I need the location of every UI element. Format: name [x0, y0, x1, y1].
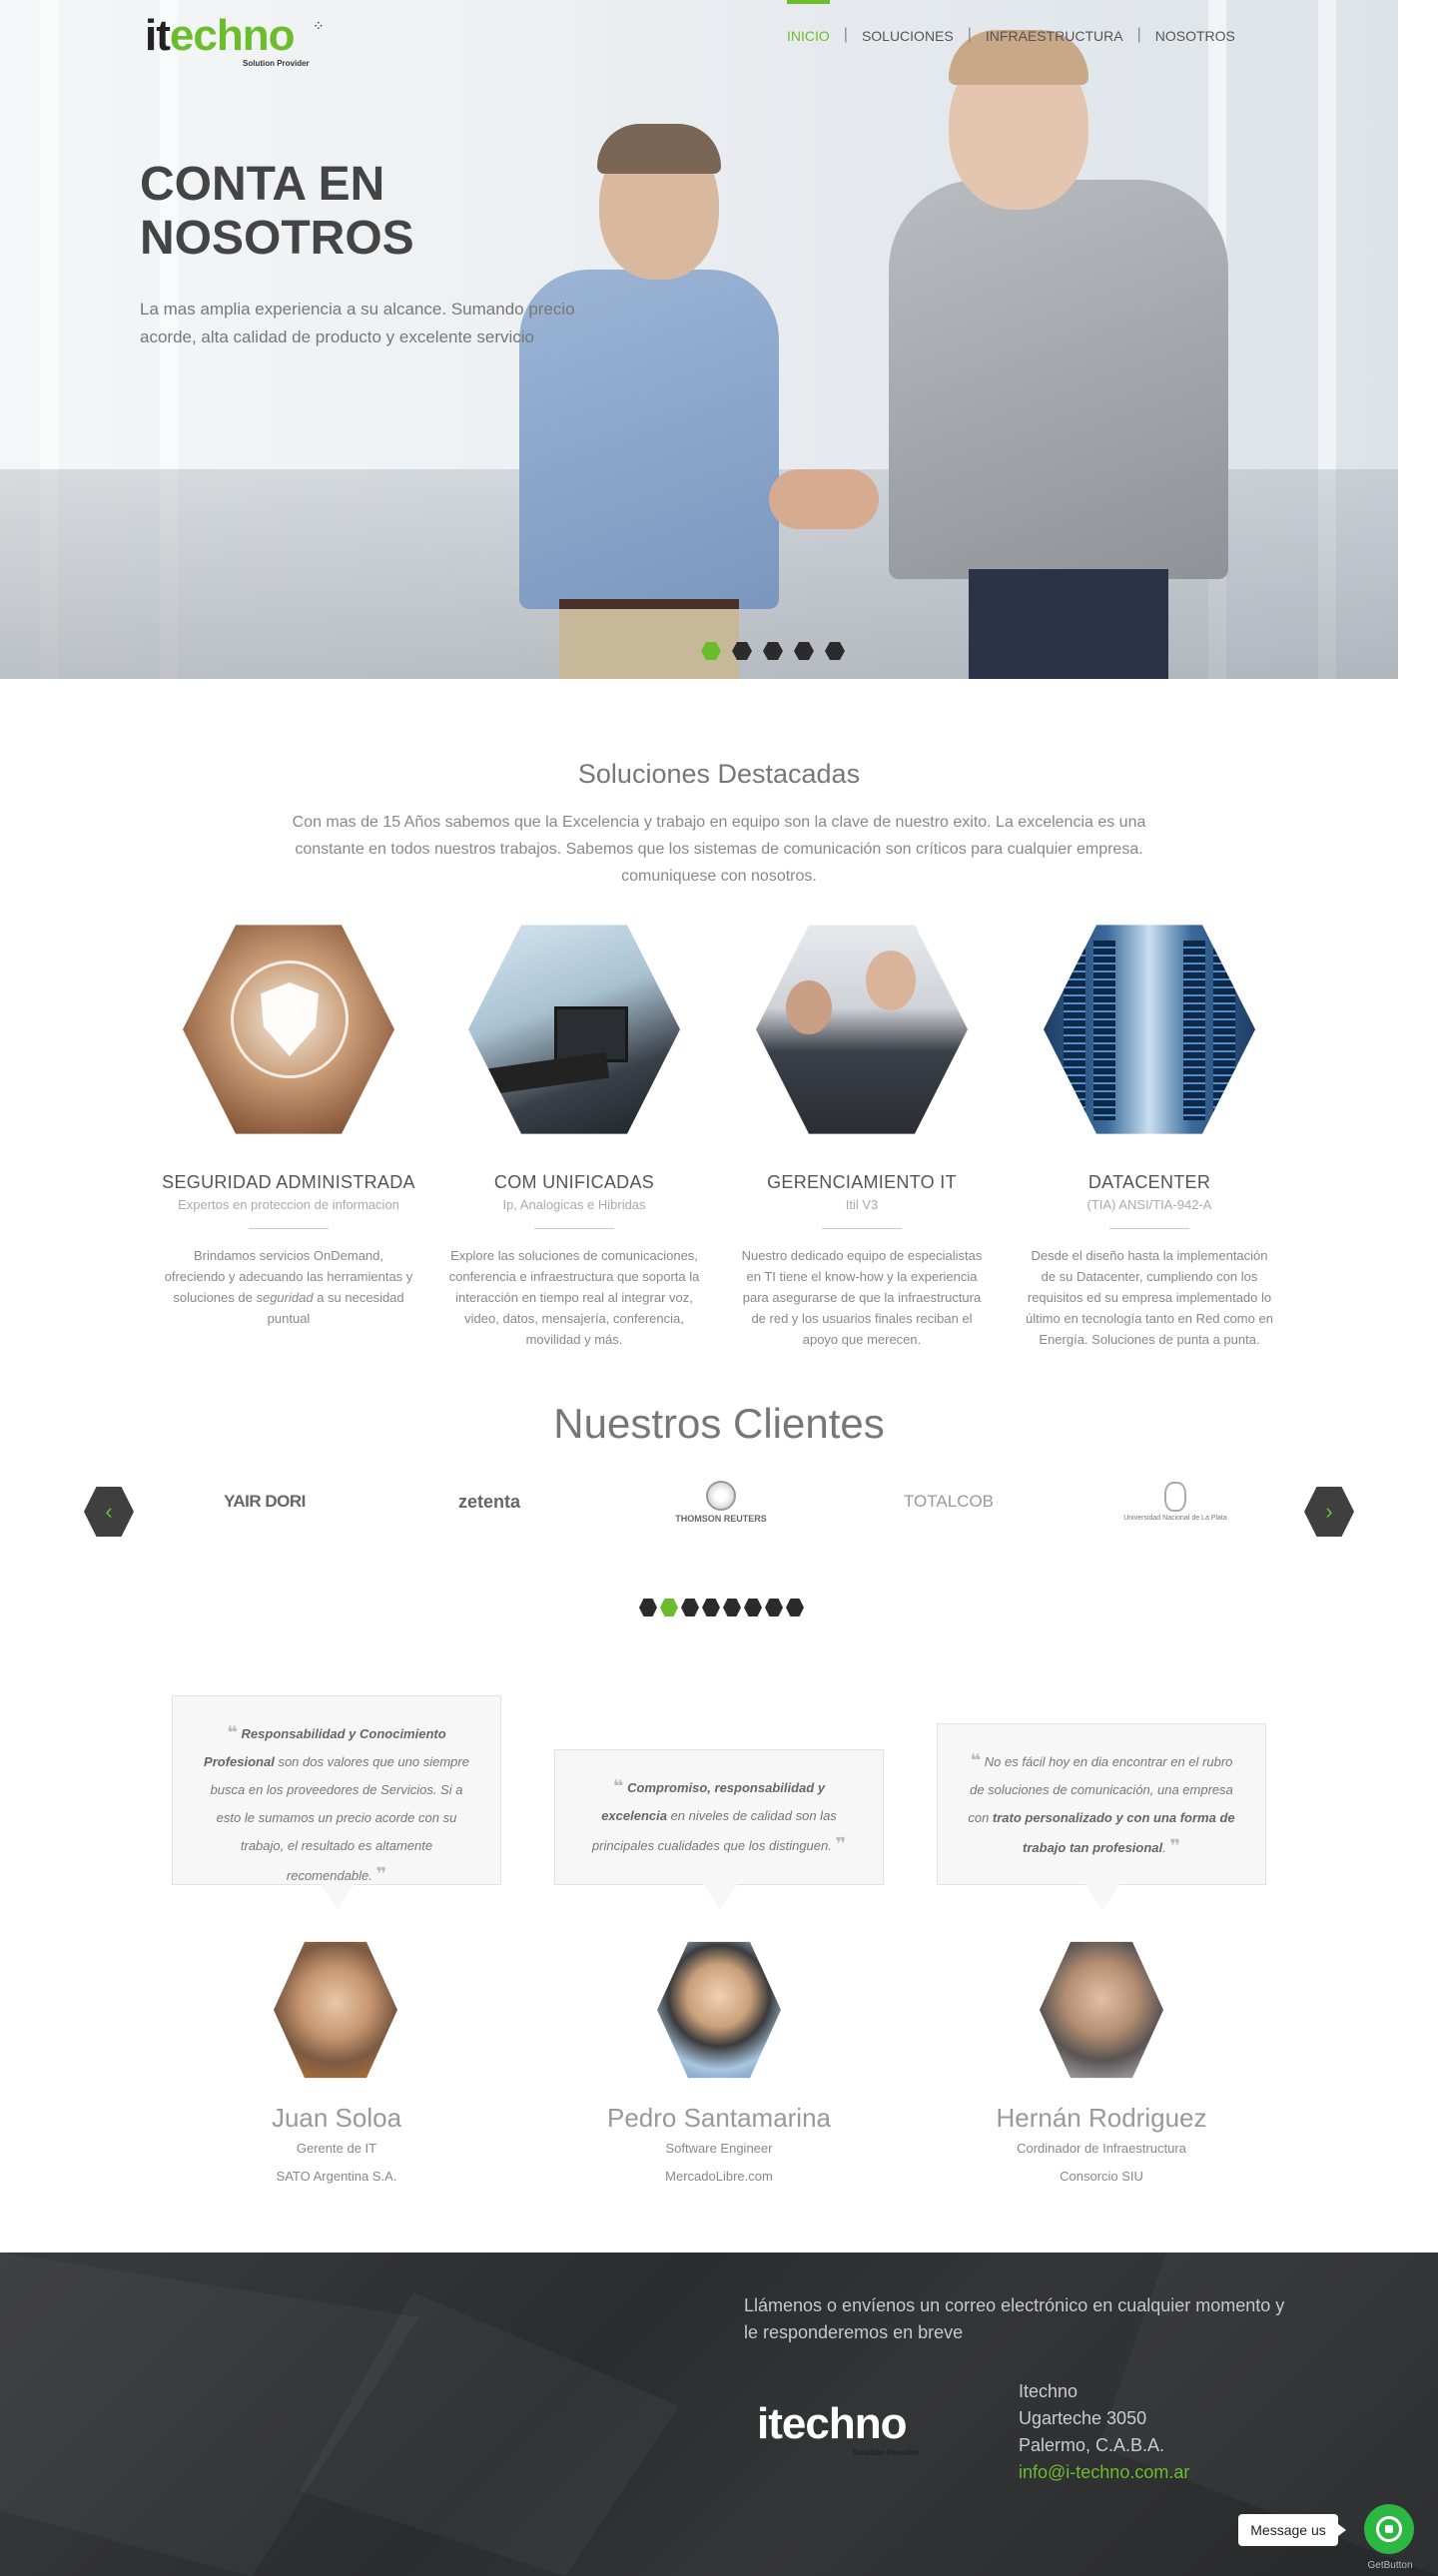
clients-title: Nuestros Clientes [553, 1400, 885, 1447]
nav-inicio[interactable]: INICIO [787, 0, 830, 70]
card-subtitle: (TIA) ANSI/TIA-942-A [1086, 1197, 1212, 1212]
seal-icon [1164, 1482, 1186, 1512]
avatar-hernan-rodriguez [1040, 1941, 1163, 2079]
solution-card-it: GERENCIAMIENTO IT Itil V3 Nuestro dedica… [727, 921, 997, 1350]
divider [534, 1228, 614, 1229]
shield-image[interactable] [183, 925, 394, 1134]
carousel-dot-4[interactable] [702, 1599, 720, 1616]
carousel-dot-8[interactable] [786, 1599, 804, 1616]
divider [249, 1228, 329, 1229]
testimonial-quote-3: ❝ No es fácil hoy en dia encontrar en el… [937, 1723, 1266, 1885]
hero-person-right [889, 30, 1228, 679]
site-logo[interactable]: itechno Solution Provider ⁘ [145, 14, 325, 69]
testimonial-name: Pedro Santamarina [606, 2103, 832, 2133]
page-gutter [1398, 0, 1438, 679]
slide-dot-3[interactable] [763, 642, 783, 660]
card-text: Nuestro dedicado equipo de especialistas… [741, 1248, 983, 1347]
solutions-title: Soluciones Destacadas [577, 759, 861, 789]
card-title: SEGURIDAD ADMINISTRADA [162, 1172, 415, 1192]
slide-dot-1[interactable] [701, 642, 721, 660]
nav-infraestructura[interactable]: INFRAESTRUCTURA [986, 0, 1123, 70]
footer-email-link[interactable]: info@i-techno.com.ar [1019, 2459, 1189, 2486]
carousel-next-button[interactable]: › [1304, 1487, 1354, 1537]
carousel-dot-7[interactable] [765, 1599, 783, 1616]
footer-address: Itechno Ugarteche 3050 Palermo, C.A.B.A.… [1019, 2378, 1189, 2486]
logo-tagline: Solution Provider [243, 59, 310, 68]
carousel-prev-button[interactable]: ‹ [84, 1487, 134, 1537]
hero-slider: itechno Solution Provider ⁘ INICIO | SOL… [0, 0, 1398, 679]
testimonial-role: Software Engineer [665, 2141, 773, 2156]
testimonial-name: Hernán Rodriguez [996, 2103, 1207, 2133]
client-logo-zetenta[interactable]: zetenta [429, 1476, 549, 1528]
card-subtitle: Itil V3 [845, 1197, 879, 1212]
videoconference-image[interactable] [468, 925, 680, 1134]
avatar-juan-soloa [274, 1941, 397, 2079]
footer-message: Llámenos o envíenos un correo electrónic… [744, 2295, 1285, 2342]
handshake-image [769, 469, 879, 529]
testimonial-role: Gerente de IT [296, 2141, 377, 2156]
solution-card-comm: COM UNIFICADAS Ip, Analogicas e Hibridas… [439, 921, 709, 1350]
chat-label[interactable]: Message us [1238, 2514, 1346, 2546]
solutions-intro: Con mas de 15 Años sabemos que la Excele… [292, 814, 1146, 885]
getbutton-caption: GetButton [1367, 2560, 1413, 2571]
main-nav: INICIO | SOLUCIONES | INFRAESTRUCTURA | … [787, 0, 1235, 70]
slide-dot-5[interactable] [825, 642, 845, 660]
card-title: GERENCIAMIENTO IT [767, 1172, 957, 1192]
testimonial-name: Juan Soloa [271, 2103, 402, 2133]
hero-title: CONTA EN NOSOTROS [140, 158, 414, 265]
testimonial-company: SATO Argentina S.A. [276, 2169, 397, 2184]
divider [822, 1228, 902, 1229]
divider [1109, 1228, 1189, 1229]
carousel-dot-1[interactable] [639, 1599, 657, 1616]
carousel-dot-6[interactable] [744, 1599, 762, 1616]
testimonial-quote-1: ❝ Responsabilidad y Conocimiento Profesi… [172, 1695, 501, 1885]
server-room-image[interactable] [1044, 925, 1255, 1134]
footer-logo[interactable]: itechno Solution Provider [757, 2402, 927, 2464]
card-title: DATACENTER [1087, 1172, 1211, 1192]
globe-icon [706, 1480, 736, 1511]
carousel-pagination [639, 1598, 804, 1617]
footer-street: Ugarteche 3050 [1019, 2408, 1147, 2428]
slider-pagination [701, 641, 845, 661]
client-logo-thomson-reuters[interactable]: THOMSON REUTERS [661, 1476, 781, 1528]
card-text: Desde el diseño hasta la implementación … [1026, 1248, 1273, 1347]
footer: Llámenos o envíenos un correo electrónic… [0, 2253, 1438, 2576]
logo-dots-icon: ⁘ [313, 18, 325, 34]
testimonial-role: Cordinador de Infraestructura [1017, 2141, 1186, 2156]
nav-separator: | [967, 26, 972, 43]
whatsapp-button[interactable] [1364, 2504, 1414, 2554]
hero-subtitle: La mas amplia experiencia a su alcance. … [140, 300, 575, 346]
client-logo-unlp[interactable]: Universidad Nacional de La Plata [1110, 1476, 1240, 1528]
testimonial-company: MercadoLibre.com [665, 2169, 773, 2184]
client-logo-yair-dori[interactable]: YAIR DORI [210, 1476, 320, 1528]
slide-dot-4[interactable] [794, 642, 814, 660]
nav-nosotros[interactable]: NOSOTROS [1155, 0, 1235, 70]
card-subtitle: Ip, Analogicas e Hibridas [502, 1197, 646, 1212]
solution-card-datacenter: DATACENTER (TIA) ANSI/TIA-942-A Desde el… [1015, 921, 1284, 1350]
testimonial-company: Consorcio SIU [1060, 2169, 1143, 2184]
footer-company: Itechno [1019, 2381, 1078, 2401]
card-text: Explore las soluciones de comunicaciones… [448, 1248, 700, 1347]
avatar-pedro-santamarina [657, 1941, 781, 2079]
whatsapp-icon [1376, 2516, 1402, 2542]
slide-dot-2[interactable] [732, 642, 752, 660]
logo-tagline: Solution Provider [853, 2448, 920, 2457]
nav-separator: | [843, 26, 848, 43]
card-text: Brindamos servicios OnDemand, ofreciendo… [164, 1248, 413, 1326]
nav-separator: | [1136, 26, 1141, 43]
footer-city: Palermo, C.A.B.A. [1019, 2435, 1165, 2455]
solution-card-security: SEGURIDAD ADMINISTRADA Expertos en prote… [154, 921, 423, 1329]
business-meeting-image[interactable] [756, 925, 968, 1134]
carousel-dot-5[interactable] [723, 1599, 741, 1616]
card-title: COM UNIFICADAS [493, 1172, 655, 1192]
carousel-dot-3[interactable] [681, 1599, 699, 1616]
testimonial-quote-2: ❝ Compromiso, responsabilidad y excelenc… [554, 1749, 884, 1885]
nav-soluciones[interactable]: SOLUCIONES [862, 0, 954, 70]
client-logo-totalcob[interactable]: TOTALCOB [894, 1476, 1004, 1528]
card-subtitle: Expertos en proteccion de informacion [178, 1197, 399, 1212]
carousel-dot-2[interactable] [660, 1599, 678, 1616]
